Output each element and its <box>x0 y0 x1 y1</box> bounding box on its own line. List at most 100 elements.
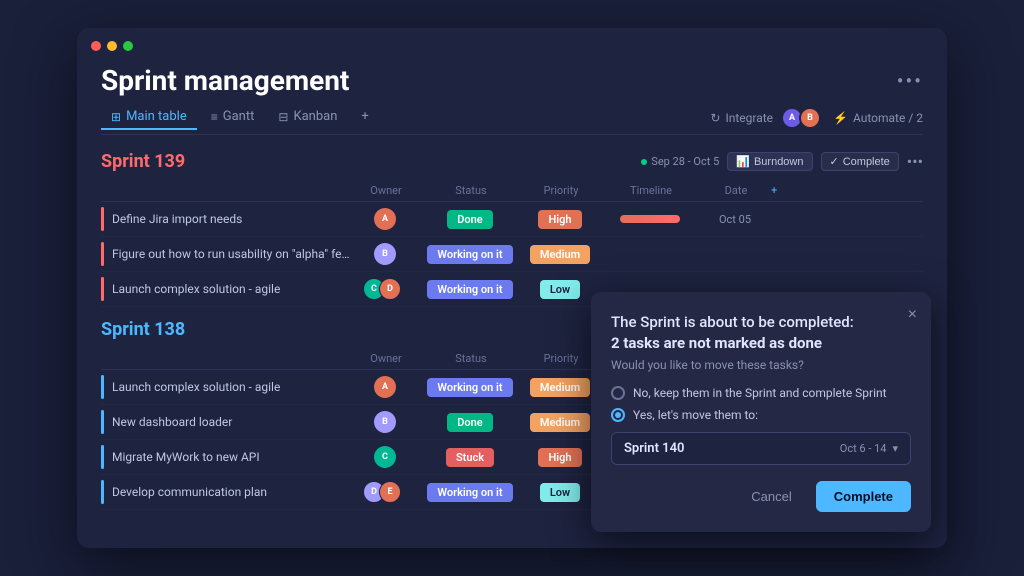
col-status-header: Status <box>421 184 521 197</box>
more-button[interactable]: ••• <box>897 69 923 93</box>
maximize-dot[interactable] <box>123 41 133 51</box>
timeline-cell <box>600 215 700 223</box>
burndown-button[interactable]: 📊 Burndown <box>727 152 812 171</box>
modal-close-button[interactable]: × <box>908 306 917 324</box>
sprint-139-header: Sprint 139 Sep 28 - Oct 5 📊 Burndown ✓ C… <box>101 151 923 172</box>
priority-cell[interactable]: Low <box>520 483 600 502</box>
sprint-139-dates: Sep 28 - Oct 5 <box>641 155 719 168</box>
option-yes-label: Yes, let's move them to: <box>633 408 758 422</box>
col-timeline-header: Timeline <box>601 184 701 197</box>
refresh-icon: ↻ <box>710 111 720 125</box>
priority-cell[interactable]: Medium <box>520 413 600 432</box>
status-cell[interactable]: Working on it <box>420 483 520 502</box>
table-row: Figure out how to run usability on "alph… <box>101 237 923 272</box>
row-bar <box>101 445 104 469</box>
sprint-select-dates: Oct 6 - 14 ▾ <box>840 442 898 455</box>
priority-badge: High <box>538 210 581 229</box>
priority-badge: Medium <box>530 378 590 397</box>
chevron-down-icon: ▾ <box>892 442 898 455</box>
row-bar <box>101 410 104 434</box>
priority-cell[interactable]: Medium <box>520 378 600 397</box>
status-badge: Done <box>447 413 492 432</box>
cancel-button[interactable]: Cancel <box>737 481 805 512</box>
col-status-header: Status <box>421 352 521 365</box>
owner-cell: D E <box>350 481 420 503</box>
close-dot[interactable] <box>91 41 101 51</box>
row-bar <box>101 277 104 301</box>
status-badge: Working on it <box>427 483 512 502</box>
sprint-select-dropdown[interactable]: Sprint 140 Oct 6 - 14 ▾ <box>611 432 911 465</box>
radio-option-no[interactable]: No, keep them in the Sprint and complete… <box>611 386 911 400</box>
burndown-label: Burndown <box>754 156 804 168</box>
col-owner-header: Owner <box>351 184 421 197</box>
status-badge: Working on it <box>427 280 512 299</box>
modal-subtitle: Would you like to move these tasks? <box>611 358 911 372</box>
app-window: Sprint management ••• ⊞ Main table ≡ Gan… <box>77 28 947 548</box>
date-cell: Oct 05 <box>700 213 770 226</box>
status-cell[interactable]: Done <box>420 210 520 229</box>
radio-option-yes[interactable]: Yes, let's move them to: <box>611 408 911 422</box>
tabs-row: ⊞ Main table ≡ Gantt ⊟ Kanban + ↻ Integr… <box>101 105 923 135</box>
tab-main-table-label: Main table <box>126 109 187 124</box>
priority-cell[interactable]: High <box>520 210 600 229</box>
tab-kanban-label: Kanban <box>293 109 337 124</box>
col-owner-header: Owner <box>351 352 421 365</box>
option-no-label: No, keep them in the Sprint and complete… <box>633 386 887 400</box>
tab-kanban[interactable]: ⊟ Kanban <box>268 105 347 130</box>
automate-label: Automate / 2 <box>853 111 923 125</box>
status-cell[interactable]: Done <box>420 413 520 432</box>
status-cell[interactable]: Working on it <box>420 280 520 299</box>
task-name: New dashboard loader <box>112 415 350 429</box>
status-cell[interactable]: Working on it <box>420 245 520 264</box>
owner-cell: B <box>350 411 420 433</box>
page-title-row: Sprint management ••• <box>101 64 923 97</box>
priority-cell[interactable]: Medium <box>520 245 600 264</box>
radio-no <box>611 386 625 400</box>
multi-avatar: D E <box>369 481 401 503</box>
avatar: A <box>374 208 396 230</box>
sprint-139-table-header: Owner Status Priority Timeline Date + <box>101 180 923 202</box>
avatar-2: B <box>799 107 821 129</box>
modal-actions: Cancel Complete <box>611 481 911 512</box>
row-bar <box>101 375 104 399</box>
col-date-header: Date <box>701 184 771 197</box>
status-cell[interactable]: Working on it <box>420 378 520 397</box>
priority-cell[interactable]: High <box>520 448 600 467</box>
kanban-icon: ⊟ <box>278 110 288 124</box>
row-bar <box>101 242 104 266</box>
tab-add-label: + <box>361 109 368 124</box>
tab-add[interactable]: + <box>351 105 378 130</box>
avatar: E <box>379 481 401 503</box>
complete-sprint-modal: × The Sprint is about to be completed: 2… <box>591 292 931 532</box>
priority-badge: Medium <box>530 413 590 432</box>
tab-gantt-label: Gantt <box>223 109 255 124</box>
complete-button[interactable]: Complete <box>816 481 911 512</box>
priority-cell[interactable]: Low <box>520 280 600 299</box>
modal-title-bold: 2 tasks are not marked as done <box>611 334 822 352</box>
integrate-button[interactable]: ↻ Integrate <box>710 111 773 125</box>
sprint-date-range: Oct 6 - 14 <box>840 442 887 455</box>
status-badge: Stuck <box>446 448 494 467</box>
user-avatars: A B <box>785 107 821 129</box>
modal-title: The Sprint is about to be completed: 2 t… <box>611 312 911 354</box>
sprint-139-more[interactable]: ••• <box>907 152 923 171</box>
col-add-header[interactable]: + <box>771 184 791 197</box>
avatar: B <box>374 411 396 433</box>
col-priority-header: Priority <box>521 184 601 197</box>
tab-gantt[interactable]: ≡ Gantt <box>201 105 265 130</box>
complete-sprint-button[interactable]: ✓ Complete <box>821 152 899 171</box>
automate-button[interactable]: ⚡ Automate / 2 <box>833 111 923 125</box>
tab-main-table[interactable]: ⊞ Main table <box>101 105 197 130</box>
timeline-bar <box>620 215 680 223</box>
status-cell[interactable]: Stuck <box>420 448 520 467</box>
task-name: Launch complex solution - agile <box>112 380 350 394</box>
task-name: Migrate MyWork to new API <box>112 450 350 464</box>
page-title: Sprint management <box>101 64 349 97</box>
sprint-138-title: Sprint 138 <box>101 319 185 340</box>
multi-avatar: C D <box>369 278 401 300</box>
priority-badge: Medium <box>530 245 590 264</box>
chart-icon: 📊 <box>736 155 750 168</box>
minimize-dot[interactable] <box>107 41 117 51</box>
sprint-select-name: Sprint 140 <box>624 441 684 456</box>
owner-cell: C <box>350 446 420 468</box>
